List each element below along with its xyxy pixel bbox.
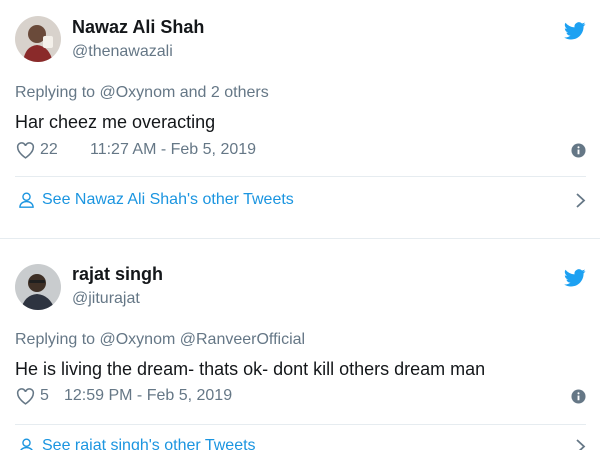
heart-outline-icon[interactable] <box>16 388 35 405</box>
tweet-meta: 22 11:27 AM - Feb 5, 2019 <box>15 140 586 162</box>
tweet-embed-page: Nawaz Ali Shah @thenawazali Replying to … <box>0 0 600 450</box>
tweet-card[interactable]: rajat singh @jiturajat Replying to @Oxyn… <box>0 238 600 450</box>
tweet-text: He is living the dream- thats ok- dont k… <box>15 359 486 379</box>
display-name[interactable]: Nawaz Ali Shah <box>72 17 204 38</box>
see-other-tweets-label: See Nawaz Ali Shah's other Tweets <box>42 191 294 208</box>
see-other-tweets-label: See rajat singh's other Tweets <box>42 437 256 450</box>
tweet-text: Har cheez me overacting <box>15 112 216 132</box>
divider <box>15 176 586 177</box>
tweet-card[interactable]: Nawaz Ali Shah @thenawazali Replying to … <box>0 0 600 238</box>
avatar[interactable] <box>15 264 61 310</box>
heart-outline-icon[interactable] <box>16 142 35 159</box>
divider <box>15 424 586 425</box>
info-circle-icon[interactable] <box>571 389 586 404</box>
avatar[interactable] <box>15 16 61 62</box>
twitter-bird-icon[interactable] <box>564 22 586 40</box>
chevron-right-icon <box>576 193 586 208</box>
tweet-meta: 5 12:59 PM - Feb 5, 2019 <box>15 386 586 408</box>
replying-to-text: Replying to @Oxynom @RanveerOfficial <box>15 331 306 348</box>
see-other-tweets-link[interactable]: See rajat singh's other Tweets <box>15 436 586 450</box>
user-handle[interactable]: @jiturajat <box>72 290 140 308</box>
chevron-right-icon <box>576 439 586 450</box>
like-count: 5 <box>40 387 49 404</box>
person-icon <box>20 438 33 450</box>
replying-to-text: Replying to @Oxynom and 2 others <box>15 84 269 101</box>
like-count: 22 <box>40 141 58 158</box>
user-handle[interactable]: @thenawazali <box>72 43 173 61</box>
timestamp-link[interactable]: 12:59 PM - Feb 5, 2019 <box>64 387 232 405</box>
twitter-bird-icon[interactable] <box>564 269 586 287</box>
timestamp-link[interactable]: 11:27 AM - Feb 5, 2019 <box>90 141 256 159</box>
info-circle-icon[interactable] <box>571 143 586 158</box>
person-icon <box>19 192 34 208</box>
see-other-tweets-link[interactable]: See Nawaz Ali Shah's other Tweets <box>15 190 586 212</box>
display-name[interactable]: rajat singh <box>72 264 163 285</box>
